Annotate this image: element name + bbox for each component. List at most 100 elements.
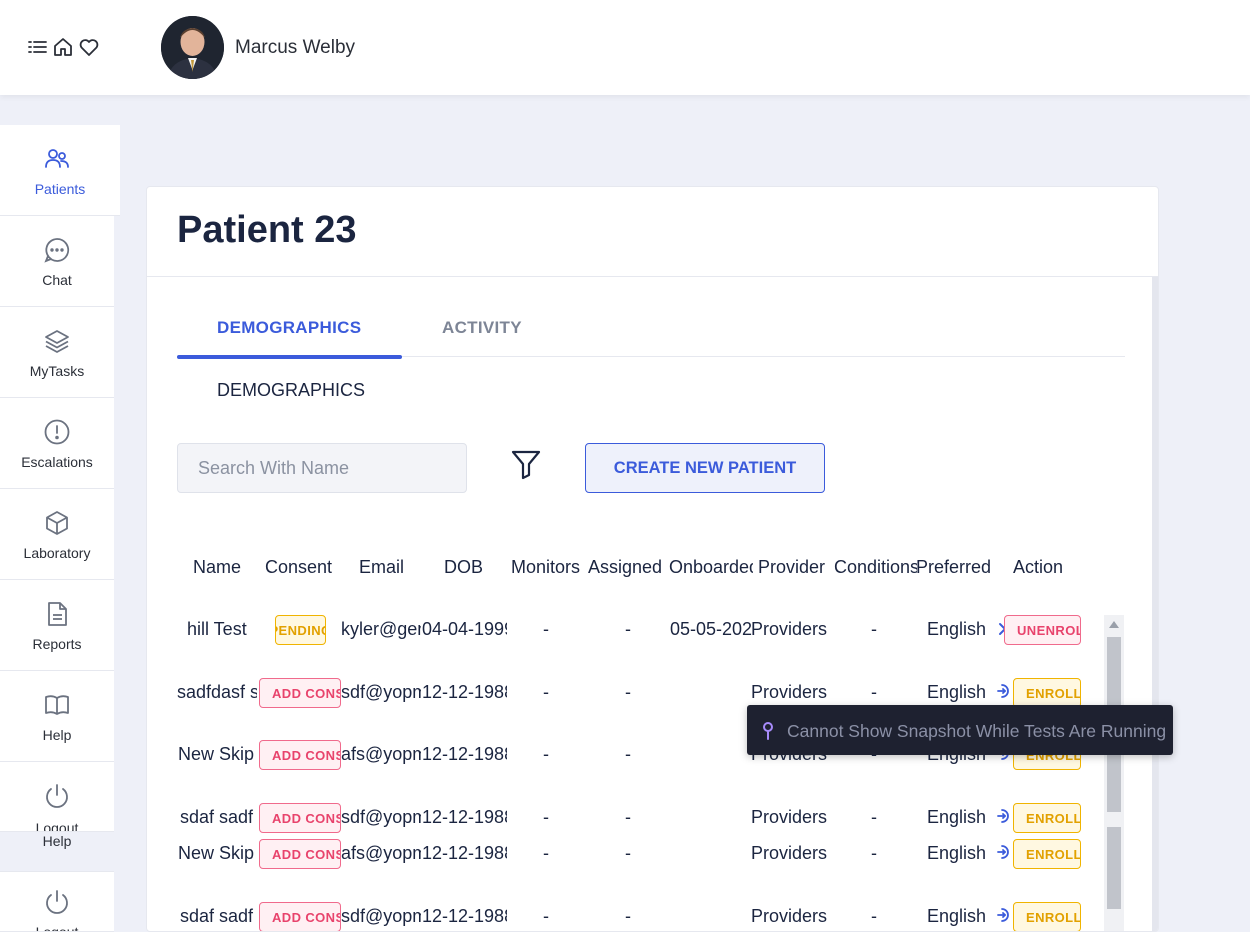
- sidebar-item-reports[interactable]: Reports: [0, 580, 114, 671]
- column-header-onboarded: Onboarded: [669, 557, 753, 577]
- cell-name: sdaf sadf: [180, 906, 254, 926]
- cell-monitors: -: [543, 807, 549, 827]
- sidebar-item-label: Laboratory: [23, 545, 91, 561]
- tab-demographics[interactable]: DEMOGRAPHICS: [217, 318, 361, 338]
- column-header-action: Action: [1013, 557, 1064, 577]
- add-consent-button[interactable]: ADD CONSENT: [259, 803, 341, 833]
- layers-icon: [43, 327, 71, 355]
- add-consent-button[interactable]: ADD CONSENT: [259, 839, 341, 869]
- cell-monitors: -: [543, 682, 549, 702]
- cell-provider: Providers: [751, 807, 828, 827]
- column-header-dob: DOB: [444, 557, 484, 577]
- sidebar-item-mytasks[interactable]: MyTasks: [0, 307, 114, 398]
- sidebar-item-escalations[interactable]: Escalations: [0, 398, 114, 489]
- home-icon[interactable]: [52, 36, 74, 58]
- sidebar-item-logout[interactable]: Logout: [0, 871, 114, 932]
- user-name[interactable]: Marcus Welby: [235, 37, 355, 59]
- sidebar-item-label: Help: [42, 833, 72, 849]
- column-header-monitors: Monitors: [511, 557, 581, 577]
- cell-assigned: -: [625, 807, 631, 827]
- sidebar-item-help[interactable]: Help: [0, 671, 114, 762]
- sidebar-item-patients[interactable]: Patients: [0, 125, 120, 216]
- cell-email: sdf@yopmail: [341, 682, 421, 702]
- cell-email: sdf@yopmail: [341, 906, 421, 926]
- header-icons: [26, 36, 100, 58]
- add-consent-button[interactable]: ADD CONSENT: [259, 740, 341, 770]
- cell-conditions: -: [871, 682, 877, 702]
- sidebar-item-label: Escalations: [21, 454, 93, 470]
- filter-icon[interactable]: [509, 447, 543, 481]
- cell-name: hill Test: [187, 619, 247, 639]
- divider: [147, 276, 1158, 277]
- tooltip-text: Cannot Show Snapshot While Tests Are Run…: [787, 721, 1167, 741]
- book-icon: [43, 691, 71, 719]
- card-scrollbar[interactable]: [1152, 277, 1158, 931]
- scroll-up-icon[interactable]: [1109, 621, 1119, 628]
- cell-dob: 04-04-1999: [422, 619, 507, 639]
- cell-assigned: -: [625, 682, 631, 702]
- create-new-patient-button[interactable]: CREATE NEW PATIENT: [585, 443, 825, 493]
- sidebar-item-label: MyTasks: [29, 363, 85, 379]
- column-header-email: Email: [359, 557, 405, 577]
- cell-monitors: -: [543, 744, 549, 764]
- patient-card: Patient 23 DEMOGRAPHICS ACTIVITY DEMOGRA…: [146, 186, 1159, 932]
- login-icon[interactable]: [996, 844, 1012, 860]
- table-scrollbar[interactable]: [1104, 615, 1124, 931]
- sidebar-item-chat[interactable]: Chat: [0, 216, 114, 307]
- cell-name: New Skip: [178, 843, 255, 863]
- scrollbar-thumb[interactable]: [1107, 827, 1121, 909]
- sidebar-item-label: Reports: [32, 636, 82, 652]
- cell-provider: Providers: [751, 619, 828, 639]
- cell-monitors: -: [543, 843, 549, 863]
- cell-preferred: English: [927, 619, 987, 639]
- chat-icon: [43, 236, 71, 264]
- column-header-preferred: Preferred: [916, 557, 992, 577]
- menu-icon[interactable]: [26, 36, 48, 58]
- enroll-button[interactable]: ENROLL: [1013, 839, 1081, 869]
- login-icon[interactable]: [996, 907, 1012, 923]
- cell-email: sdf@yopmail: [341, 807, 421, 827]
- cube-icon: [43, 509, 71, 537]
- search-input[interactable]: [177, 443, 467, 493]
- power-icon: [43, 888, 71, 916]
- cell-dob: 12-12-1988: [422, 906, 507, 926]
- page-title: Patient 23: [177, 209, 357, 251]
- add-consent-button[interactable]: ADD CONSENT: [259, 678, 341, 708]
- cell-conditions: -: [871, 906, 877, 926]
- status-badge[interactable]: PENDING: [275, 615, 326, 645]
- cell-dob: 12-12-1988: [422, 843, 507, 863]
- enroll-button[interactable]: ENROLL: [1013, 678, 1081, 708]
- login-icon[interactable]: [996, 808, 1012, 824]
- sidebar-item-help[interactable]: Help: [0, 801, 114, 871]
- cell-onboarded: 05-05-2023: [670, 619, 753, 639]
- cell-conditions: -: [871, 843, 877, 863]
- add-consent-button[interactable]: ADD CONSENT: [259, 902, 341, 931]
- cell-preferred: English: [927, 843, 987, 863]
- cell-email: afs@yopmail: [341, 843, 421, 863]
- sidebar-item-laboratory[interactable]: Laboratory: [0, 489, 114, 580]
- active-tab-indicator: [177, 355, 402, 359]
- document-icon: [43, 600, 71, 628]
- cell-preferred: English: [927, 906, 987, 926]
- heart-icon[interactable]: [78, 36, 100, 58]
- login-icon[interactable]: [996, 683, 1012, 699]
- cell-dob: 12-12-1988: [422, 807, 507, 827]
- tab-activity[interactable]: ACTIVITY: [442, 318, 522, 338]
- unenroll-button[interactable]: UNENROLL: [1004, 615, 1081, 645]
- sidebar: Patients Chat MyTasks Escalations Labora…: [0, 125, 120, 932]
- cell-assigned: -: [625, 744, 631, 764]
- top-header: Marcus Welby: [0, 0, 1250, 95]
- enroll-button[interactable]: ENROLL: [1013, 803, 1081, 833]
- avatar[interactable]: [161, 16, 224, 79]
- cell-assigned: -: [625, 843, 631, 863]
- users-icon: [43, 145, 71, 173]
- cell-monitors: -: [543, 619, 549, 639]
- snapshot-tooltip: Cannot Show Snapshot While Tests Are Run…: [747, 705, 1173, 755]
- sidebar-item-label: Patients: [34, 181, 86, 197]
- cell-name: sdaf sadf: [180, 807, 254, 827]
- cell-provider: Providers: [751, 843, 828, 863]
- cell-conditions: -: [871, 807, 877, 827]
- column-header-provider: Provider: [758, 557, 826, 577]
- cell-preferred: English: [927, 807, 987, 827]
- enroll-button[interactable]: ENROLL: [1013, 902, 1081, 931]
